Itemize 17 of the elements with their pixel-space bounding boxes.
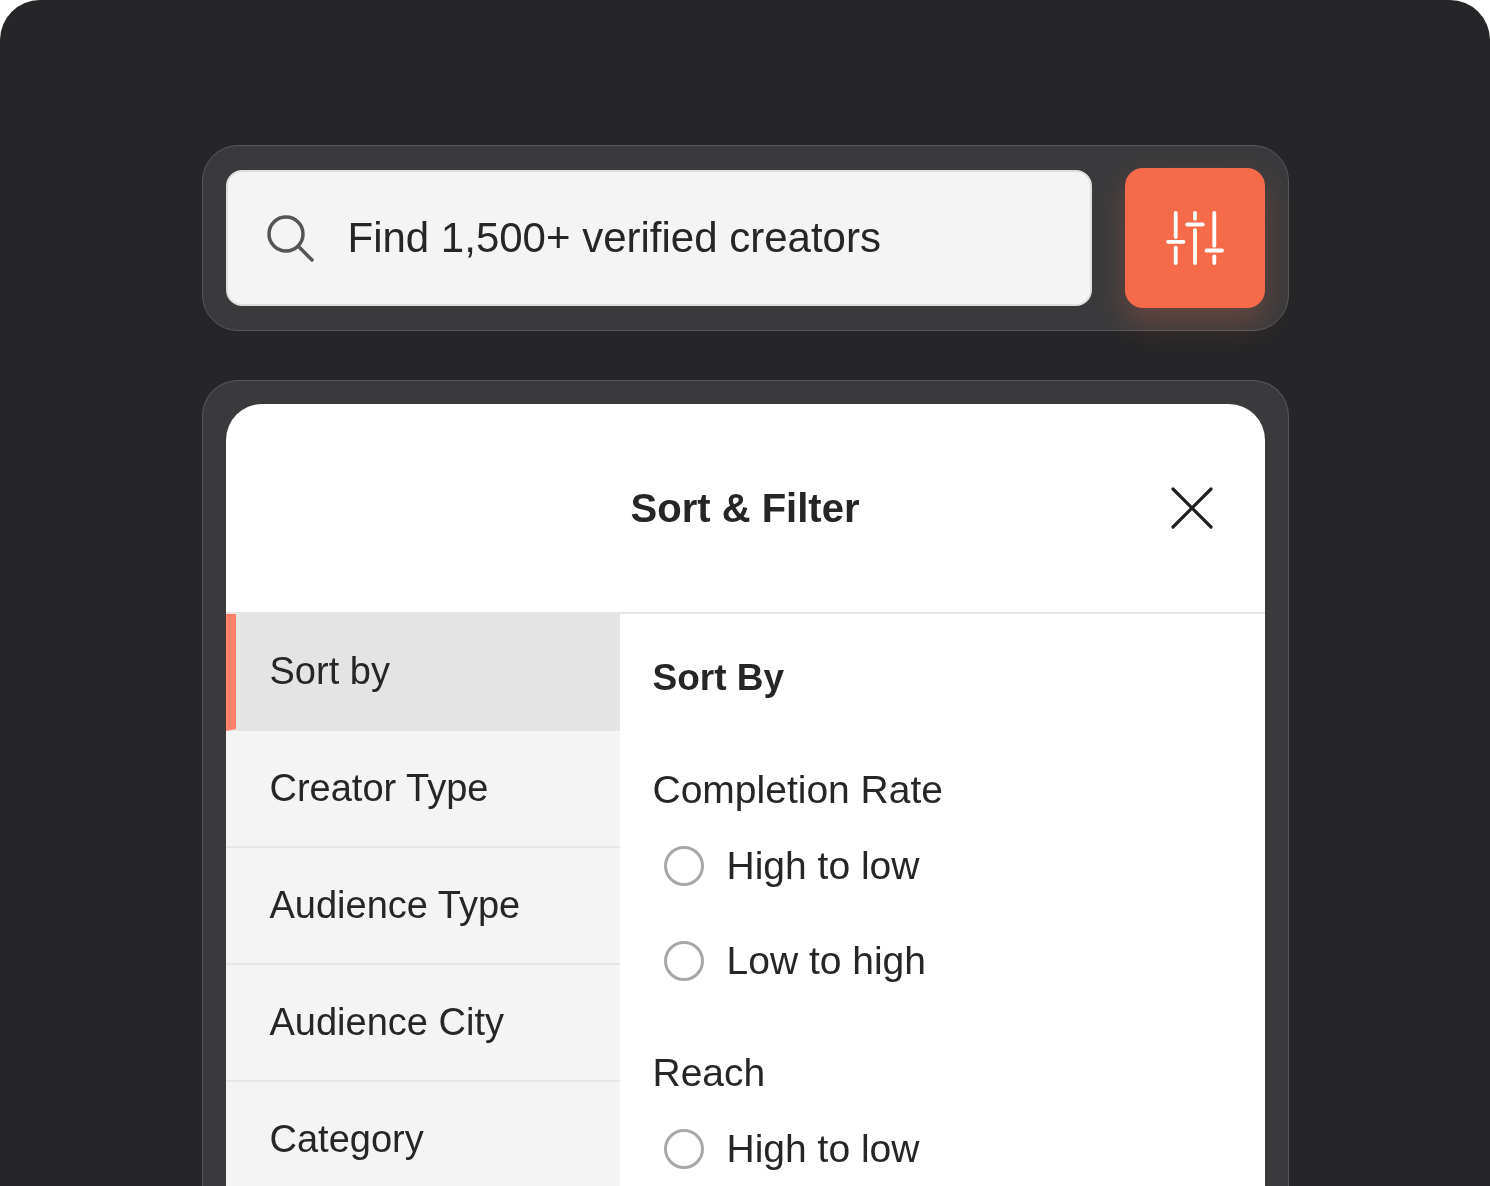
group-label: Reach xyxy=(652,1051,766,1095)
section-heading: Sort By xyxy=(652,656,785,700)
filter-button[interactable] xyxy=(1124,168,1265,308)
search-field[interactable]: Find 1,500+ verified creators xyxy=(225,170,1092,306)
sliders-icon xyxy=(1165,211,1224,265)
group-label: Completion Rate xyxy=(652,768,943,812)
radio-button[interactable] xyxy=(663,941,704,981)
option-label[interactable]: High to low xyxy=(726,843,920,889)
close-button[interactable] xyxy=(1170,487,1213,529)
sheet-title: Sort & Filter xyxy=(630,485,860,531)
close-icon xyxy=(1170,487,1213,529)
option-label[interactable]: High to low xyxy=(726,1126,920,1172)
search-icon xyxy=(265,214,314,262)
radio-button[interactable] xyxy=(663,1129,704,1169)
sidebar-item[interactable]: Sort by xyxy=(225,614,620,731)
radio-button[interactable] xyxy=(663,846,704,886)
option-label[interactable]: Low to high xyxy=(726,938,926,984)
